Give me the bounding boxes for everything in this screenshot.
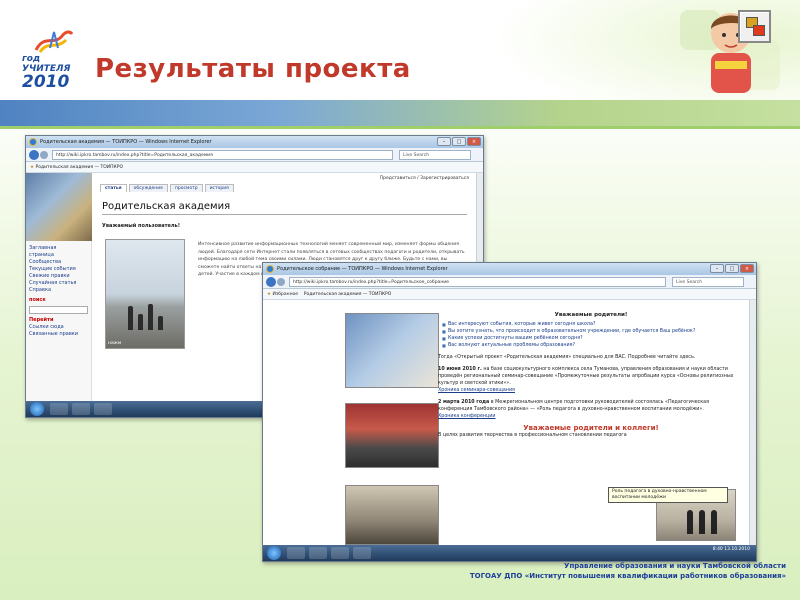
- list-item: Вы хотите узнать, что происходит в образ…: [442, 328, 744, 335]
- logo-line1: год: [22, 54, 41, 64]
- wiki-search-input[interactable]: [29, 306, 88, 314]
- ribbon-icon: [34, 30, 74, 53]
- search-field[interactable]: Live Search: [672, 277, 744, 287]
- ie-icon: [266, 265, 274, 273]
- menu-item[interactable]: Ссылки сюда: [29, 324, 88, 331]
- wiki-banner: [26, 173, 92, 241]
- menu-group-title: поиск: [29, 297, 46, 303]
- news-date: 2 марта 2010 года: [438, 400, 490, 405]
- favorites-bar: ★ Избранное Родительская академия — ТОИП…: [263, 289, 756, 300]
- slide-footer: Управление образования и науки Тамбовско…: [470, 561, 786, 581]
- page-heading: Родительская академия: [102, 201, 467, 215]
- logo-line3: 2010: [22, 72, 70, 92]
- start-button[interactable]: [267, 546, 281, 560]
- footer-line2: ТОГОАУ ДПО «Институт повышения квалифика…: [469, 572, 786, 580]
- news-date: 10 июня 2010 г.: [438, 367, 482, 372]
- header-band-line: [0, 126, 800, 129]
- tab-label[interactable]: Родительская академия — ТОИПКРО: [304, 292, 392, 297]
- footer-line1: Управление образования и науки Тамбовско…: [564, 562, 786, 570]
- tooltip: Роль педагога в духовно-нравственном вос…: [608, 487, 728, 503]
- taskbar-button[interactable]: [353, 547, 371, 559]
- tab-history[interactable]: история: [204, 184, 234, 192]
- minimize-button[interactable]: –: [710, 264, 724, 273]
- list-item: Вас интересуют события, которые живет се…: [442, 321, 744, 328]
- intro-paragraph: Тогда «Открытый проект «Родительская ака…: [438, 355, 696, 360]
- slide-title: Результаты проекта: [95, 54, 411, 84]
- header-band: [0, 100, 800, 126]
- menu-item[interactable]: Случайная статья: [29, 280, 88, 287]
- conference-photo: [345, 485, 439, 545]
- favorites-bar: ★ Родительская академия — ТОИПКРО: [26, 162, 483, 173]
- family-photo: нажм: [105, 239, 185, 349]
- star-icon[interactable]: ★: [267, 292, 271, 297]
- scrollbar[interactable]: [749, 300, 756, 545]
- back-icon[interactable]: [266, 277, 276, 287]
- seminar-photo: [345, 403, 439, 468]
- taskbar-button[interactable]: [287, 547, 305, 559]
- wiki-sidebar: Заглавная страница Сообщества Текущие со…: [26, 173, 92, 401]
- close-button[interactable]: ×: [467, 137, 481, 146]
- menu-item[interactable]: Заглавная: [29, 245, 88, 252]
- taskbar: 8:40 13.10.2010: [263, 545, 756, 561]
- window-titlebar[interactable]: Родительское собрание — ТОИПКРО — Window…: [263, 263, 756, 275]
- browser-window-2[interactable]: Родительское собрание — ТОИПКРО — Window…: [262, 262, 757, 562]
- window-title: Родительское собрание — ТОИПКРО — Window…: [277, 266, 448, 272]
- photo-caption: нажм: [108, 341, 122, 346]
- footer-heading: Уважаемые родители и коллеги!: [523, 424, 659, 432]
- url-field[interactable]: http://wiki.ipkro.tambov.ru/index.php?ti…: [289, 277, 666, 287]
- taskbar-button[interactable]: [309, 547, 327, 559]
- list-item: Вас волнуют актуальные проблемы образова…: [442, 342, 744, 349]
- menu-item[interactable]: страница: [29, 252, 88, 259]
- menu-item[interactable]: Справка: [29, 287, 88, 294]
- taskbar-button[interactable]: [72, 403, 90, 415]
- tab-discussion[interactable]: обсуждение: [128, 184, 168, 192]
- ie-icon: [29, 138, 37, 146]
- login-link[interactable]: Представиться / Зарегистрироваться: [380, 176, 469, 181]
- greeting-heading: Уважаемые родители!: [554, 312, 628, 318]
- classroom-photo: [345, 313, 439, 388]
- page-subheading: Уважаемый пользователь!: [102, 223, 180, 229]
- news-text: на базе социокультурного комплекса села …: [438, 367, 734, 386]
- clock: 8:40 13.10.2010: [712, 547, 750, 552]
- square-icon: [753, 25, 765, 36]
- address-bar: http://wiki.ipkro.tambov.ru/index.php?ti…: [26, 148, 483, 162]
- navigation-button[interactable]: [738, 10, 771, 43]
- favorites-label[interactable]: Избранное: [272, 292, 298, 297]
- forward-icon[interactable]: [40, 151, 48, 159]
- menu-item[interactable]: Свежие правки: [29, 273, 88, 280]
- url-field[interactable]: http://wiki.ipkro.tambov.ru/index.php?ti…: [52, 150, 393, 160]
- minimize-button[interactable]: –: [437, 137, 451, 146]
- forward-icon[interactable]: [277, 278, 285, 286]
- menu-item[interactable]: Связанные правки: [29, 331, 88, 338]
- start-button[interactable]: [30, 402, 44, 416]
- search-field[interactable]: Live Search: [399, 150, 471, 160]
- back-icon[interactable]: [29, 150, 39, 160]
- logo: год УЧИТЕЛЯ 2010: [22, 28, 84, 96]
- tab-label[interactable]: Родительская академия — ТОИПКРО: [35, 165, 123, 170]
- footer-text: В целях развития творчества в профессион…: [438, 433, 627, 438]
- maximize-button[interactable]: □: [452, 137, 466, 146]
- menu-item[interactable]: Текущие события: [29, 266, 88, 273]
- taskbar-button[interactable]: [94, 403, 112, 415]
- taskbar-button[interactable]: [331, 547, 349, 559]
- window-titlebar[interactable]: Родительская академия — ТОИПКРО — Window…: [26, 136, 483, 148]
- maximize-button[interactable]: □: [725, 264, 739, 273]
- star-icon[interactable]: ★: [30, 165, 34, 170]
- news-link[interactable]: Хроника конференции: [438, 413, 744, 420]
- slide: год УЧИТЕЛЯ 2010 Результаты проекта Роди…: [0, 0, 800, 600]
- taskbar-button[interactable]: [50, 403, 68, 415]
- tab-view[interactable]: просмотр: [169, 184, 203, 192]
- list-item: Какие успехи достигнуты вашим ребёнком с…: [442, 335, 744, 342]
- tab-article[interactable]: статья: [100, 184, 127, 192]
- question-list: Вас интересуют события, которые живет се…: [438, 321, 744, 349]
- news-link[interactable]: Хроника семинара-совещания: [438, 387, 744, 394]
- menu-group-title: Перейти: [29, 317, 54, 323]
- menu-item[interactable]: Сообщества: [29, 259, 88, 266]
- window-title: Родительская академия — ТОИПКРО — Window…: [40, 139, 212, 145]
- close-button[interactable]: ×: [740, 264, 754, 273]
- address-bar: http://wiki.ipkro.tambov.ru/index.php?ti…: [263, 275, 756, 289]
